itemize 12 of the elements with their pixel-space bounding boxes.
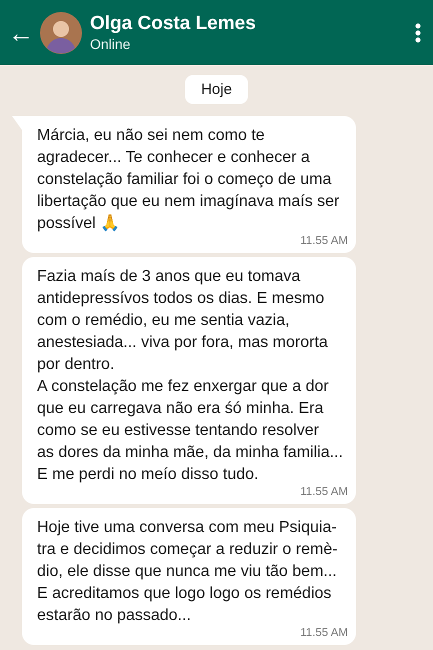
avatar-icon[interactable] xyxy=(40,12,82,54)
message-text: Márcia, eu não sei nem como te agradecer... Te conhecer e conhecer a constelação familiar foi o começo de uma libertação que eu nem imagínava maís ser possível 🙏 xyxy=(37,126,340,234)
message-time: 11.55 AM xyxy=(300,235,348,248)
menu-icon[interactable] xyxy=(415,22,421,42)
date-label: Hoje xyxy=(185,75,248,104)
contact-status: Online xyxy=(90,35,132,53)
back-button[interactable]: ← xyxy=(8,20,36,46)
message-time: 11.55 AM xyxy=(300,627,348,640)
message-text: Hoje tive uma conversa com meu Psiquia- tra e decidimos começar a reduzir o remè- dio, ele disse que nunca me viu tão bem... E acreditamos que logo logo os remédios estarão no passado... xyxy=(37,518,338,626)
message-time: 11.55 AM xyxy=(300,486,348,499)
message-text: Fazia maís de 3 anos que eu tomava antidepressívos todos os dias. E mesmo com o remédio, eu me sentia vazia, anestesiada... viva por fora, mas mororta por dentro. A constelação me fez enxergar que a dor que eu carregava não era śó minha. Era como se eu estivesse tentando resolver as dores da minha mãe, da minha familia... E me perdi no meío disso tudo. xyxy=(37,267,343,485)
contact-name: Olga Costa Lemes xyxy=(90,12,257,35)
